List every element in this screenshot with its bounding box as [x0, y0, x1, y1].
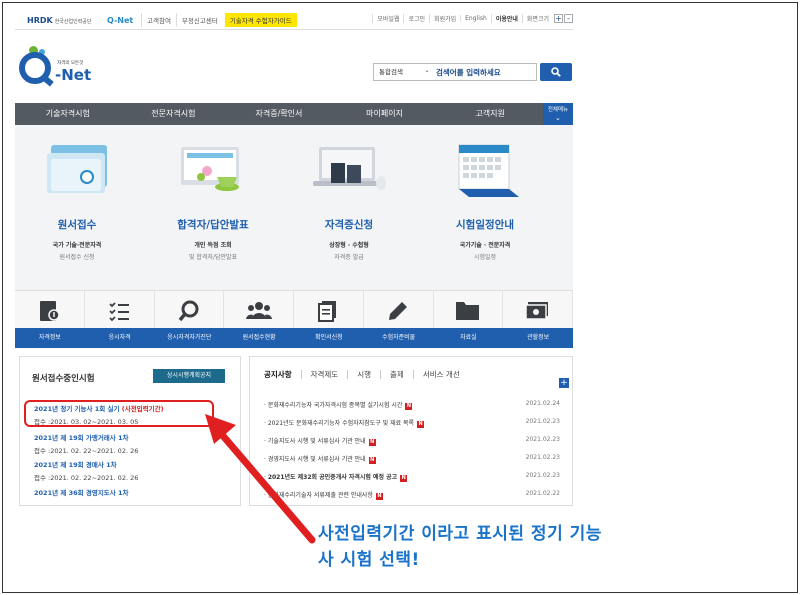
annotation-arrow: [205, 414, 316, 544]
annotation-text: 사전입력기간 이라고 표시된 정기 기능 사 시험 선택!: [318, 524, 602, 570]
